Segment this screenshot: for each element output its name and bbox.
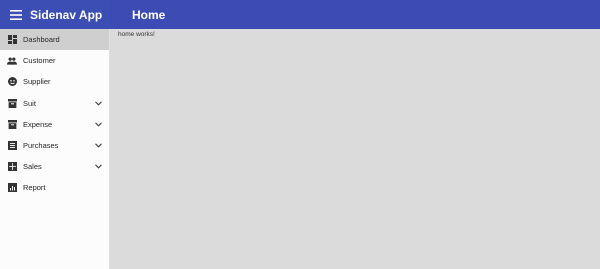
chevron-down-icon[interactable] [95,143,103,149]
chevron-down-icon[interactable] [95,164,103,170]
sidebar-item-label: Dashboard [23,35,60,45]
sidebar-item-label: Supplier [23,77,51,87]
sidebar-item-sales[interactable]: Sales [0,156,109,177]
sidebar-item-report[interactable]: Report [0,177,109,198]
sidebar-item-supplier[interactable]: Supplier [0,71,109,92]
list-icon [7,141,17,151]
sidebar-item-purchases[interactable]: Purchases [0,135,109,156]
sidebar-nav: Dashboard Customer Supplier Suit Expense [0,29,110,269]
sidebar-item-expense[interactable]: Expense [0,114,109,135]
sidebar-item-customer[interactable]: Customer [0,50,109,71]
archive-icon [7,119,17,129]
chevron-down-icon[interactable] [95,100,103,106]
sidebar-item-label: Suit [23,98,36,108]
archive-icon [7,98,17,108]
sidebar-item-dashboard[interactable]: Dashboard [0,29,109,51]
main-content: home works! [110,29,600,269]
dashboard-icon [7,35,17,45]
sidebar-item-label: Sales [23,162,42,172]
app-title: Sidenav App [30,7,103,22]
content-text: home works! [118,31,155,38]
top-toolbar: Home [110,0,600,29]
sidebar-header: Sidenav App [0,0,110,29]
sidebar-item-label: Expense [23,119,53,129]
people-icon [7,56,17,66]
sidebar-item-label: Customer [23,56,56,66]
face-icon [7,77,17,87]
chart-icon [7,183,17,193]
page-title: Home [132,7,166,22]
grid-icon [7,162,17,172]
sidebar-item-suit[interactable]: Suit [0,93,109,114]
sidebar-item-label: Report [23,183,46,193]
chevron-down-icon[interactable] [95,121,103,127]
sidebar-item-label: Purchases [23,141,59,151]
menu-icon[interactable] [10,9,24,21]
